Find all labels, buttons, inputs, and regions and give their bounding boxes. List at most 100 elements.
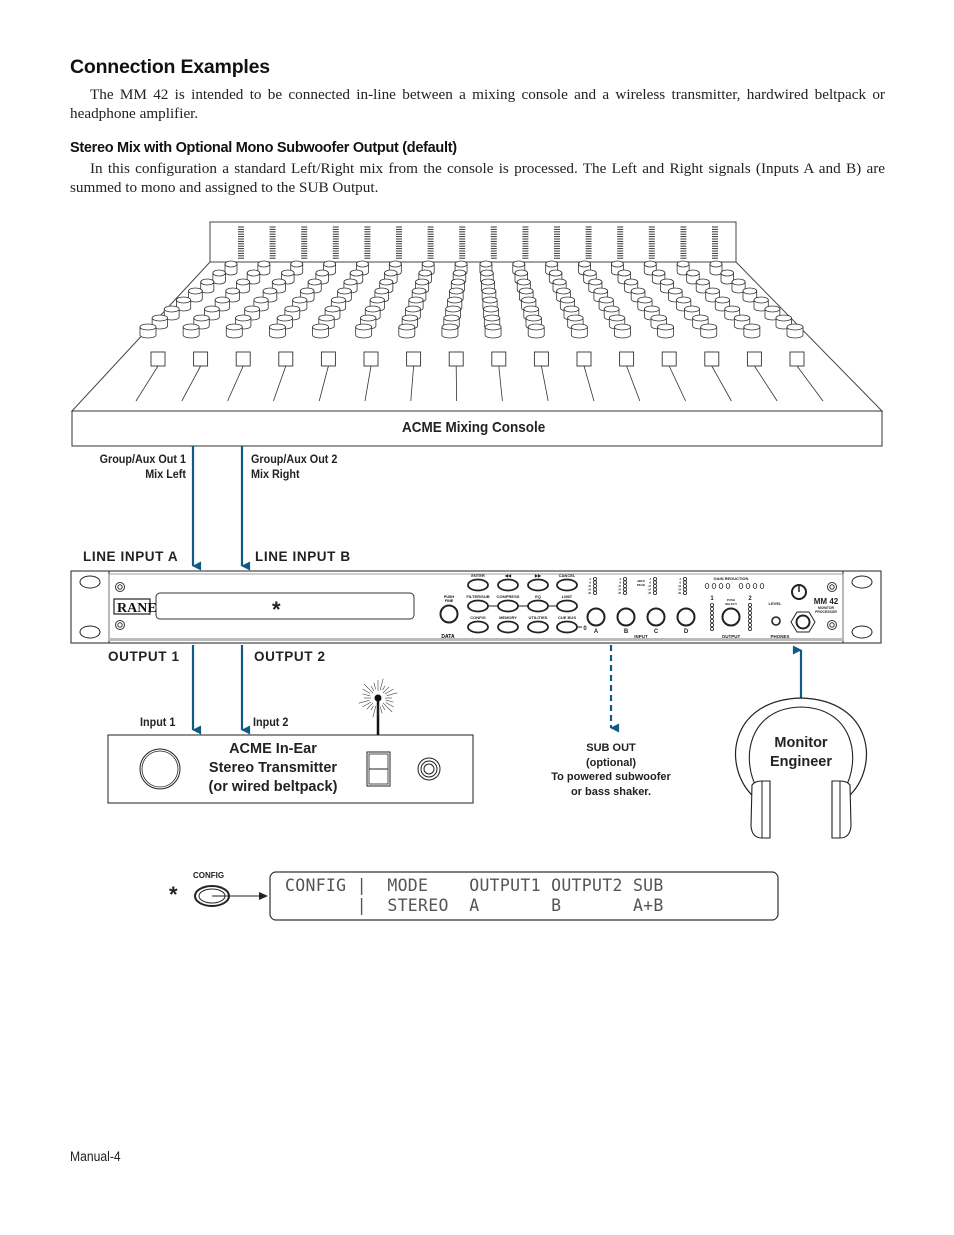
output-led [748,619,753,624]
rack-button-memory[interactable]: MEMORY [497,615,519,634]
output-led [748,603,753,608]
input2-label: Input 2 [253,715,289,729]
input1-label: Input 1 [140,715,176,729]
console-knob [657,323,674,339]
fader-cap [576,351,592,367]
rack-unit: RANE * PUSH FINE DATA ENTER ◀◀ ▶▶ CANCELFIL… [70,570,882,644]
rack-ear-hole [79,625,101,639]
gr-led [725,583,731,589]
rack-ear-hole [851,625,873,639]
meter-led [593,580,598,585]
output-section-label: OUTPUT [722,634,741,639]
console-knob [398,323,416,339]
signal-ray [382,685,386,691]
output-select-knob[interactable] [721,607,741,627]
signal-ray [381,704,386,711]
input-knob-c[interactable] [646,607,666,627]
fader-cap [704,351,720,367]
fader-cap [789,351,805,367]
rack-button-label: ▶▶ [534,573,542,578]
rack-button-label: COMPRESS [497,594,520,599]
gain-reduction-label: GAIN REDUCTION [714,576,749,581]
fader-cap [363,351,379,367]
line-input-a-label: LINE INPUT A [83,549,179,564]
signal-ray [373,682,376,690]
signal-ray [372,705,377,718]
screw-icon [115,582,125,592]
signal-ray [386,692,398,696]
input-knob-d[interactable] [676,607,696,627]
meter-led [593,584,598,589]
console-knob [355,323,373,339]
output-led [748,615,753,620]
meter-led [623,587,628,592]
output-led [748,627,753,632]
output-led [710,627,715,632]
meter-led [623,577,628,582]
headphones-label: Monitor Engineer [769,735,833,770]
input-label: A [594,629,599,635]
antenna-tip [374,694,382,702]
console-knob [527,323,545,339]
rack-button-utilities[interactable]: UTILITIES [527,615,549,634]
rack-button-filtersub[interactable]: FILTER/SUB [466,594,490,613]
console-knob [709,260,723,276]
input-knob-b[interactable] [616,607,636,627]
output-led [710,615,715,620]
signal-ray [358,700,370,704]
fader-cap [746,351,762,367]
rack-button-config[interactable]: CONFIG [467,615,489,634]
fader-cap [406,351,422,367]
output-led [710,611,715,616]
meter-led [623,584,628,589]
screw-icon [827,620,837,630]
level-label: LEVEL [769,601,782,606]
console-knob [700,323,718,339]
rack-button-cuebus[interactable]: CUE BUS [556,615,578,634]
input-label: C [654,629,659,635]
meter-led [683,591,688,596]
gr-led [738,583,744,589]
output-led [748,623,753,628]
meter-led [623,591,628,596]
arrow-right-icon [259,892,268,900]
level-knob[interactable] [791,584,807,600]
rack-button-label: ENTER [471,573,485,578]
rack-button-compress[interactable]: COMPRESS [497,594,520,613]
meter-led [653,587,658,592]
console-knob [212,269,226,285]
signal-ray [385,699,394,703]
signal-ray [370,705,374,711]
rack-button-label: LIMIT [562,594,573,599]
screw-icon [115,620,125,630]
rack-button-cancel[interactable]: CANCEL [556,573,578,592]
output2-label: OUTPUT 2 [254,649,326,664]
gr-led [759,583,765,589]
gr-led [718,583,724,589]
rane-logo-text: RANE [117,601,157,616]
console-knob [224,260,238,276]
console-knob [614,323,631,339]
console-knob [182,323,200,339]
console-knob [570,323,588,339]
meter-led [653,584,658,589]
aux1-label: Group/Aux Out 1 Mix Left [99,452,186,481]
meter-led [593,577,598,582]
console-knob [786,323,804,339]
signal-ray [379,678,384,691]
peak-label: PEAK [637,583,646,587]
fader-cap [661,351,677,367]
sub-out-label: SUB OUT (optional) To powered subwoofer or … [551,742,671,798]
input-label: D [684,629,689,635]
output-led [710,603,715,608]
output-led [710,619,715,624]
rack-button-label: CUE BUS [558,615,576,620]
rack-ear-hole [79,575,101,589]
input-knob-a[interactable] [586,607,606,627]
lcd-line-1: CONFIG | MODE OUTPUT1 OUTPUT2 SUB [285,876,664,895]
output-led [710,607,715,612]
select-label: SELECT [725,602,737,606]
rack-button-label: MEMORY [499,615,517,620]
rack-button-label: CANCEL [559,573,576,578]
phones-jack[interactable] [771,616,781,626]
